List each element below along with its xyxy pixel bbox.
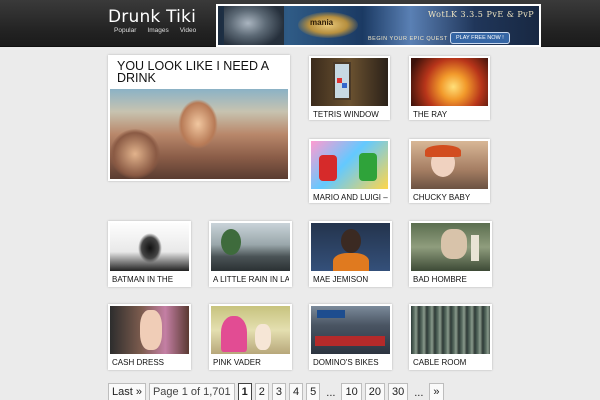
post-title[interactable]: THE RAY [413,110,489,119]
pager-page-30[interactable]: 30 [387,383,409,400]
pager-page-20[interactable]: 20 [364,383,385,400]
pager-info: Page 1 of 1,701 [148,383,235,400]
pager-ellipsis: ... [414,387,424,399]
pager-page-3[interactable]: 3 [271,383,287,400]
post-title[interactable]: CHUCKY BABY [413,193,489,202]
post-thumbnail[interactable] [110,306,189,354]
nav-video[interactable]: Video [180,27,197,34]
post-thumbnail[interactable] [311,141,388,189]
banner-play-button[interactable]: PLAY FREE NOW ! [450,32,510,44]
nav-popular[interactable]: Popular [114,27,136,34]
post-thumbnail[interactable] [311,306,390,354]
post-title[interactable]: A LITTLE RAIN IN LA [213,275,289,284]
post-card[interactable]: CASH DRESS [108,304,191,370]
post-title[interactable]: MARIO AND LUIGI – [313,193,389,202]
post-title[interactable]: PINK VADER [213,358,289,367]
post-card[interactable]: CABLE ROOM [409,304,492,370]
post-title[interactable]: DOMINO'S BIKES [313,358,389,367]
pager-page-2[interactable]: 2 [254,383,269,400]
site-header: Drunk Tiki Popular Images Video mania Wo… [0,0,600,47]
site-title[interactable]: Drunk Tiki [108,7,196,27]
post-card[interactable]: BAD HOMBRE [409,221,492,287]
featured-post[interactable]: YOU LOOK LIKE I NEED A DRINK [108,55,290,181]
post-thumbnail[interactable] [211,223,290,271]
pager-page-5[interactable]: 5 [306,383,321,400]
pager-page-4[interactable]: 4 [289,383,304,400]
post-thumbnail[interactable] [411,223,490,271]
post-card[interactable]: PINK VADER [209,304,292,370]
banner-headline: WotLK 3.3.5 PvE & PvP [428,10,535,19]
banner-logo-text: mania [310,18,334,27]
post-title[interactable]: BATMAN IN THE [112,275,188,284]
featured-title[interactable]: YOU LOOK LIKE I NEED A DRINK [117,60,287,85]
post-title[interactable]: CASH DRESS [112,358,188,367]
post-card[interactable]: TETRIS WINDOW [309,56,390,120]
post-card[interactable]: DOMINO'S BIKES [309,304,392,370]
post-title[interactable]: TETRIS WINDOW [313,110,389,119]
post-card[interactable]: MARIO AND LUIGI – [309,139,390,203]
post-card[interactable]: THE RAY [409,56,490,120]
post-thumbnail[interactable] [411,58,488,106]
pager-ellipsis: ... [326,387,336,399]
post-thumbnail[interactable] [110,223,189,271]
post-thumbnail[interactable] [411,141,488,189]
post-thumbnail[interactable] [411,306,490,354]
post-title[interactable]: CABLE ROOM [413,358,489,367]
post-thumbnail[interactable] [211,306,290,354]
pager-page-10[interactable]: 10 [341,383,362,400]
banner-ad[interactable]: mania WotLK 3.3.5 PvE & PvP BEGIN YOUR E… [216,4,541,47]
post-title[interactable]: MAE JEMISON [313,275,389,284]
post-card[interactable]: CHUCKY BABY [409,139,490,203]
post-card[interactable]: A LITTLE RAIN IN LA [209,221,292,287]
nav-images[interactable]: Images [147,27,168,34]
featured-thumbnail[interactable] [110,89,288,179]
post-card[interactable]: MAE JEMISON [309,221,392,287]
pager-last[interactable]: Last » [108,383,146,400]
main-nav: Popular Images Video [114,27,196,34]
post-thumbnail[interactable] [311,223,390,271]
pager-page-1[interactable]: 1 [237,383,252,400]
post-title[interactable]: BAD HOMBRE [413,275,489,284]
post-thumbnail[interactable] [311,58,388,106]
post-card[interactable]: BATMAN IN THE [108,221,191,287]
pagination: Last » Page 1 of 1,701 1 2 3 4 5 ... 10 … [108,383,444,400]
pager-next[interactable]: » [429,383,444,400]
banner-subline: BEGIN YOUR EPIC QUEST [368,36,448,42]
banner-knight-image [224,6,284,45]
